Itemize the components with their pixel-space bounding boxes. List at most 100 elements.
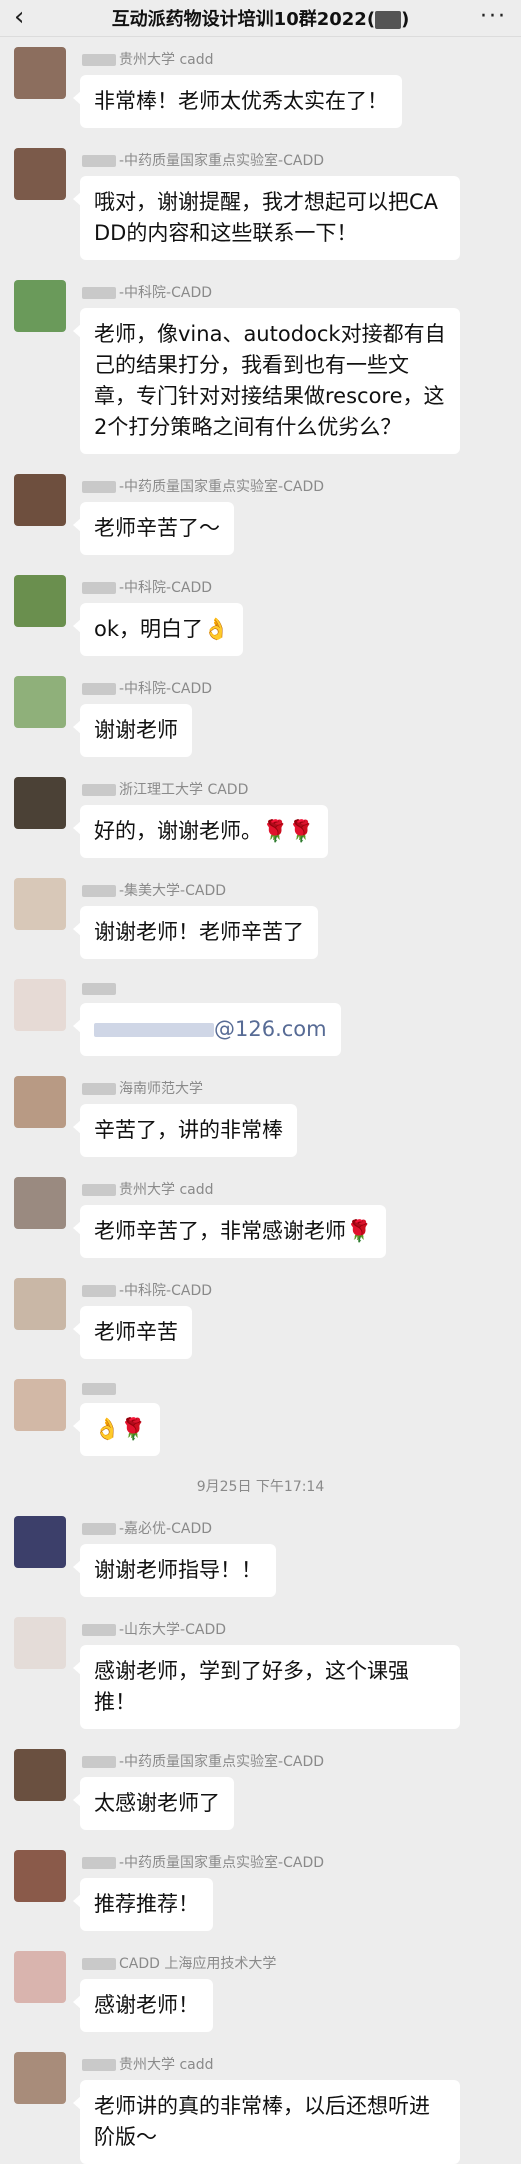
name-redaction xyxy=(82,2059,116,2071)
sender-name-text: -嘉必优-CADD xyxy=(119,1521,213,1537)
sender-name: -集美大学-CADD xyxy=(82,880,318,900)
message-content: -中科院-CADD 谢谢老师 xyxy=(73,676,212,757)
sender-name-text: -中药质量国家重点实验室-CADD xyxy=(119,479,325,495)
message-text: 👌🌹 xyxy=(94,1417,147,1441)
avatar[interactable] xyxy=(14,878,66,930)
message-content: -中药质量国家重点实验室-CADD 推荐推荐！ xyxy=(73,1850,324,1931)
message-bubble[interactable]: 谢谢老师指导！！ xyxy=(73,1544,276,1597)
name-redaction xyxy=(82,1184,116,1196)
message-bubble[interactable]: 老师辛苦了，非常感谢老师🌹 xyxy=(72,1205,387,1258)
message-bubble[interactable]: 哦对，谢谢提醒，我才想起可以把CADD的内容和这些联系一下！ xyxy=(73,176,460,260)
sender-name-text: -中科院-CADD xyxy=(119,285,213,301)
message-bubble[interactable]: 感谢老师，学到了好多，这个课强推！ xyxy=(73,1645,460,1729)
sender-name: 贵州大学 cadd xyxy=(82,2054,460,2074)
avatar[interactable] xyxy=(14,1177,66,1229)
avatar[interactable] xyxy=(14,1516,66,1568)
message-text: 老师辛苦了～ xyxy=(94,516,220,540)
message-text: 老师辛苦了，非常感谢老师🌹 xyxy=(94,1219,373,1243)
sender-name: -中科院-CADD xyxy=(82,1280,212,1300)
avatar[interactable] xyxy=(14,1278,66,1330)
message-row: 👌🌹 xyxy=(0,1379,521,1456)
message-bubble[interactable]: 好的，谢谢老师。🌹🌹 xyxy=(72,805,329,858)
message-bubble[interactable]: 老师讲的真的非常棒，以后还想听进阶版～ xyxy=(73,2080,460,2164)
message-content: -中药质量国家重点实验室-CADD 老师辛苦了～ xyxy=(73,474,324,555)
message-bubble[interactable]: ok，明白了👌 xyxy=(72,603,244,656)
message-bubble[interactable]: 谢谢老师 xyxy=(73,704,192,757)
message-row: -中药质量国家重点实验室-CADD 太感谢老师了 xyxy=(0,1749,521,1830)
avatar[interactable] xyxy=(14,474,66,526)
avatar[interactable] xyxy=(14,280,66,332)
title-redaction xyxy=(375,11,402,29)
sender-name: -中药质量国家重点实验室-CADD xyxy=(82,476,324,496)
email-redaction xyxy=(94,1023,214,1037)
avatar[interactable] xyxy=(14,148,66,200)
message-text: @126.com xyxy=(214,1017,327,1041)
sender-name: -山东大学-CADD xyxy=(82,1619,460,1639)
message-content: 海南师范大学 辛苦了，讲的非常棒 xyxy=(73,1076,297,1157)
message-content: -嘉必优-CADD 谢谢老师指导！！ xyxy=(73,1516,276,1597)
message-row: -嘉必优-CADD 谢谢老师指导！！ xyxy=(0,1516,521,1597)
sender-name xyxy=(82,981,341,997)
name-redaction xyxy=(82,1285,116,1297)
avatar[interactable] xyxy=(14,47,66,99)
message-text: 感谢老师！ xyxy=(94,1993,199,2017)
message-row: -中药质量国家重点实验室-CADD 哦对，谢谢提醒，我才想起可以把CADD的内容和… xyxy=(0,148,521,260)
name-redaction xyxy=(82,1523,116,1535)
message-bubble[interactable]: @126.com xyxy=(73,1003,341,1056)
sender-name: -中药质量国家重点实验室-CADD xyxy=(82,1751,324,1771)
more-icon[interactable]: ··· xyxy=(480,4,507,29)
sender-name-text: 贵州大学 cadd xyxy=(119,2057,214,2073)
avatar[interactable] xyxy=(14,1617,66,1669)
message-text: 老师辛苦 xyxy=(94,1320,178,1344)
message-content: -中科院-CADD ok，明白了👌 xyxy=(72,575,244,656)
timestamp: 9月25日 下午17:14 xyxy=(196,1479,325,1495)
message-content: 浙江理工大学 CADD 好的，谢谢老师。🌹🌹 xyxy=(72,777,329,858)
message-text: 感谢老师，学到了好多，这个课强推！ xyxy=(94,1659,409,1714)
chat-title-text: 互动派药物设计培训10群2022( xyxy=(111,9,376,30)
message-content: -山东大学-CADD 感谢老师，学到了好多，这个课强推！ xyxy=(73,1617,460,1729)
sender-name-text: -中科院-CADD xyxy=(119,681,213,697)
message-text: 老师讲的真的非常棒，以后还想听进阶版～ xyxy=(94,2094,430,2149)
avatar[interactable] xyxy=(14,777,66,829)
message-bubble[interactable]: 谢谢老师！老师辛苦了 xyxy=(73,906,318,959)
name-redaction xyxy=(82,287,116,299)
message-bubble[interactable]: 老师辛苦了～ xyxy=(73,502,234,555)
message-bubble[interactable]: 感谢老师！ xyxy=(73,1979,213,2032)
avatar[interactable] xyxy=(14,1951,66,2003)
message-bubble[interactable]: 推荐推荐！ xyxy=(73,1878,213,1931)
avatar[interactable] xyxy=(14,1076,66,1128)
message-row: -中药质量国家重点实验室-CADD 推荐推荐！ xyxy=(0,1850,521,1931)
sender-name: -中科院-CADD xyxy=(82,678,212,698)
message-text: 推荐推荐！ xyxy=(94,1892,199,1916)
sender-name-text: -中药质量国家重点实验室-CADD xyxy=(119,1754,325,1770)
avatar[interactable] xyxy=(14,676,66,728)
message-text: 太感谢老师了 xyxy=(94,1791,220,1815)
avatar[interactable] xyxy=(14,575,66,627)
sender-name: -嘉必优-CADD xyxy=(82,1518,276,1538)
message-row: 贵州大学 cadd 非常棒！老师太优秀太实在了！ xyxy=(0,47,521,128)
sender-name: 浙江理工大学 CADD xyxy=(82,779,328,799)
message-list[interactable]: 贵州大学 cadd 非常棒！老师太优秀太实在了！ -中药质量国家重点实验室-CADD… xyxy=(0,37,521,2164)
message-bubble[interactable]: 太感谢老师了 xyxy=(73,1777,234,1830)
message-text: 谢谢老师指导！！ xyxy=(94,1558,262,1582)
message-bubble[interactable]: 👌🌹 xyxy=(72,1403,161,1456)
avatar[interactable] xyxy=(14,2052,66,2104)
message-text: ok，明白了👌 xyxy=(94,617,230,641)
message-bubble[interactable]: 辛苦了，讲的非常棒 xyxy=(73,1104,297,1157)
message-text: 哦对，谢谢提醒，我才想起可以把CADD的内容和这些联系一下！ xyxy=(94,190,439,245)
avatar[interactable] xyxy=(14,1850,66,1902)
message-row: 贵州大学 cadd 老师辛苦了，非常感谢老师🌹 xyxy=(0,1177,521,1258)
avatar[interactable] xyxy=(14,1749,66,1801)
sender-name-text: 贵州大学 cadd xyxy=(119,1182,214,1198)
sender-name: 贵州大学 cadd xyxy=(82,49,402,69)
avatar[interactable] xyxy=(14,1379,66,1431)
sender-name-text: -山东大学-CADD xyxy=(119,1622,227,1638)
message-content: 👌🌹 xyxy=(72,1379,161,1456)
avatar[interactable] xyxy=(14,979,66,1031)
message-bubble[interactable]: 非常棒！老师太优秀太实在了！ xyxy=(73,75,402,128)
message-bubble[interactable]: 老师，像vina、autodock对接都有自己的结果打分，我看到也有一些文章，专… xyxy=(73,308,460,454)
message-bubble[interactable]: 老师辛苦 xyxy=(73,1306,192,1359)
message-content: @126.com xyxy=(73,979,341,1056)
back-icon[interactable]: ‹ xyxy=(14,4,24,30)
sender-name: -中药质量国家重点实验室-CADD xyxy=(82,150,460,170)
